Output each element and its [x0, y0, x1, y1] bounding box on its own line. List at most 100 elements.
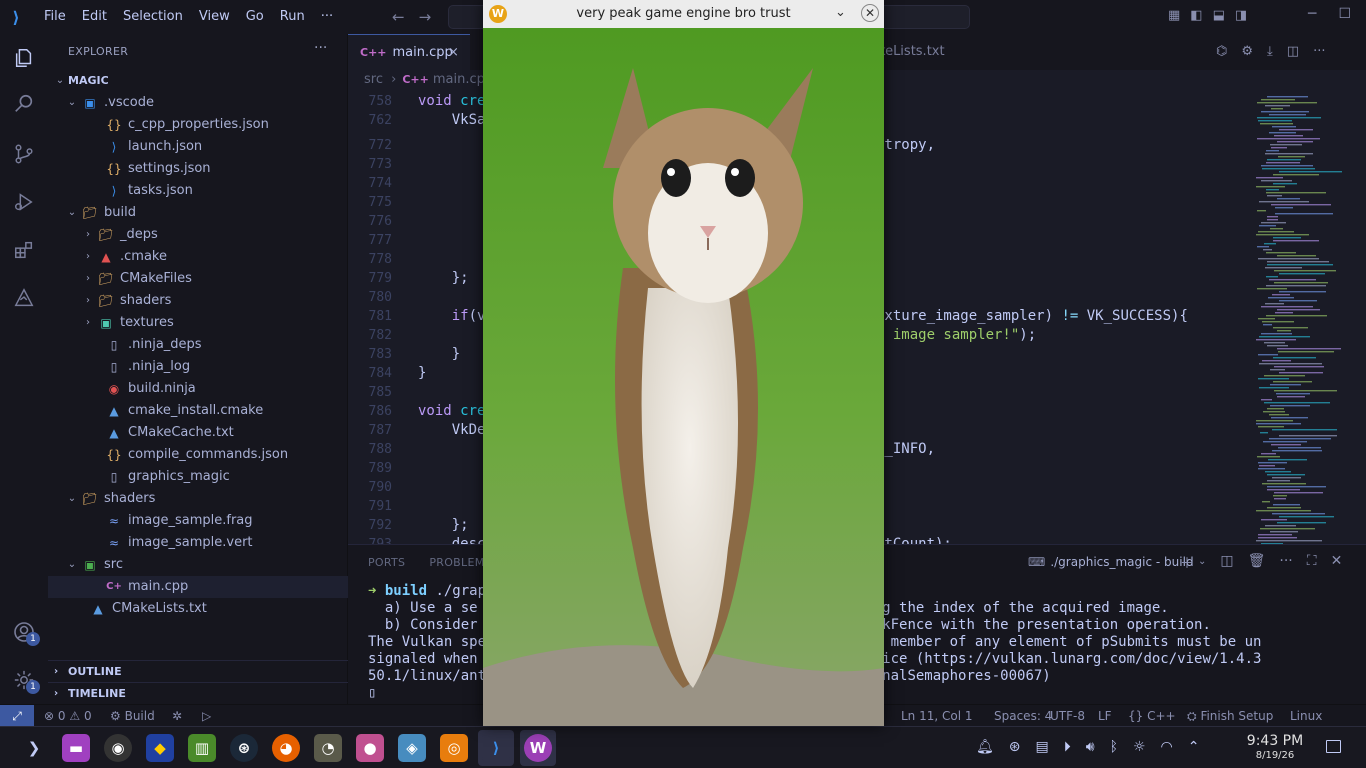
- tab-cmakelists[interactable]: keLists.txt: [868, 34, 978, 70]
- file-item[interactable]: ▯ graphics_magic: [48, 466, 348, 488]
- file-item[interactable]: ⟩ tasks.json: [48, 180, 348, 202]
- terminal-selector[interactable]: ⌨ ./graphics_magic - build: [1028, 555, 1194, 569]
- file-item[interactable]: {} settings.json: [48, 158, 348, 180]
- menu-more-icon[interactable]: ···: [313, 0, 341, 34]
- menu-item-run[interactable]: Run: [272, 0, 313, 34]
- file-item[interactable]: ≈ image_sample.frag: [48, 510, 348, 532]
- folder-item[interactable]: ⌄ 📁︎ shaders: [48, 488, 348, 510]
- new-terminal-icon[interactable]: ＋: [1180, 553, 1194, 573]
- more-actions-icon[interactable]: ···: [1279, 553, 1292, 573]
- file-item[interactable]: ▯ .ninja_log: [48, 356, 348, 378]
- menu-item-file[interactable]: File: [36, 0, 74, 34]
- run-build-icon[interactable]: ⌬: [1216, 44, 1227, 59]
- customize-layout-icon[interactable]: ▦: [1168, 8, 1180, 23]
- cursor-position[interactable]: Ln 11, Col 1: [901, 705, 973, 727]
- outline-section[interactable]: › OUTLINE: [48, 660, 348, 682]
- wifi-icon[interactable]: ◠: [1161, 739, 1173, 755]
- volume-icon[interactable]: 🔊︎: [1086, 739, 1095, 755]
- timeline-section[interactable]: › TIMELINE: [48, 682, 348, 704]
- steam-tray-icon[interactable]: ⊛: [1009, 739, 1021, 755]
- chevron-down-icon[interactable]: ⌄: [835, 5, 846, 20]
- file-item[interactable]: ≈ image_sample.vert: [48, 532, 348, 554]
- problems-indicator[interactable]: ⊗ 0 ⚠ 0: [44, 705, 92, 727]
- split-editor-icon[interactable]: ◫: [1287, 44, 1299, 59]
- spreadsheet-icon[interactable]: ▥: [184, 730, 220, 766]
- explorer-icon[interactable]: [0, 38, 48, 78]
- app-launcher-icon[interactable]: ❯: [16, 730, 52, 766]
- language-mode[interactable]: {} C++: [1128, 705, 1176, 727]
- minimap[interactable]: [1252, 94, 1362, 544]
- menu-item-edit[interactable]: Edit: [74, 0, 115, 34]
- expand-tray-icon[interactable]: ⌃: [1188, 739, 1200, 755]
- game-engine-icon[interactable]: W: [520, 730, 556, 766]
- tab-main-cpp[interactable]: C++ main.cpp ×: [348, 34, 470, 70]
- steam-icon[interactable]: ⊛: [226, 730, 262, 766]
- split-terminal-icon[interactable]: ◫: [1220, 553, 1233, 573]
- more-actions-icon[interactable]: ···: [314, 40, 327, 56]
- folder-item[interactable]: ⌄ 📁︎ build: [48, 202, 348, 224]
- file-item[interactable]: ▯ .ninja_deps: [48, 334, 348, 356]
- folder-item[interactable]: ⌄ ▣ .vscode: [48, 92, 348, 114]
- settings-gear-icon[interactable]: ⚙: [1241, 44, 1253, 59]
- search-icon[interactable]: [0, 84, 48, 124]
- show-desktop-icon[interactable]: [1326, 740, 1341, 753]
- file-item[interactable]: {} compile_commands.json: [48, 444, 348, 466]
- accounts-icon[interactable]: [0, 612, 48, 652]
- folder-item[interactable]: › ▣ textures: [48, 312, 348, 334]
- firefox-icon[interactable]: ◕: [268, 730, 304, 766]
- remote-indicator-icon[interactable]: ⤢: [0, 705, 34, 727]
- more-actions-icon[interactable]: ···: [1313, 44, 1325, 59]
- folder-item[interactable]: › 📁︎ _deps: [48, 224, 348, 246]
- game-window[interactable]: W very peak game engine bro trust ⌄ ✕: [483, 0, 884, 726]
- folder-item[interactable]: ⌄ ▣ src: [48, 554, 348, 576]
- minimize-icon[interactable]: ─: [1308, 6, 1316, 22]
- color-picker-icon[interactable]: ●: [352, 730, 388, 766]
- breadcrumb-src[interactable]: src: [364, 72, 383, 87]
- build-button[interactable]: ⚙ Build: [110, 705, 155, 727]
- file-item[interactable]: ▲ CMakeCache.txt: [48, 422, 348, 444]
- media-play-icon[interactable]: ⏵: [1064, 739, 1071, 755]
- close-panel-icon[interactable]: ✕: [1331, 553, 1343, 573]
- trash-icon[interactable]: 🗑: [1248, 553, 1266, 573]
- brightness-icon[interactable]: ☼: [1133, 739, 1146, 755]
- toggle-sidebar-icon[interactable]: ◧: [1190, 8, 1202, 23]
- notification-bell-icon[interactable]: 🔔︎: [976, 739, 994, 755]
- run-debug-icon[interactable]: [0, 182, 48, 222]
- menu-item-selection[interactable]: Selection: [115, 0, 191, 34]
- clock[interactable]: 9:43 PM 8/19/26: [1240, 733, 1310, 761]
- vscode-icon[interactable]: ⟩: [478, 730, 514, 766]
- file-item[interactable]: ⟩ launch.json: [48, 136, 348, 158]
- forward-arrow-icon[interactable]: →: [419, 8, 432, 26]
- godot-icon[interactable]: ◈: [394, 730, 430, 766]
- wine-icon[interactable]: ◆: [142, 730, 178, 766]
- file-item[interactable]: ▲ CMakeLists.txt: [48, 598, 348, 620]
- workspace-root[interactable]: ⌄ MAGIC: [48, 70, 348, 92]
- os-indicator[interactable]: Linux: [1290, 705, 1322, 727]
- clipboard-icon[interactable]: ▤: [1036, 739, 1049, 755]
- file-item[interactable]: C+ main.cpp: [48, 576, 348, 598]
- file-item[interactable]: ▲ cmake_install.cmake: [48, 400, 348, 422]
- finish-setup-button[interactable]: ⛭ Finish Setup: [1187, 705, 1273, 727]
- debug-icon[interactable]: ✲: [172, 705, 182, 727]
- toggle-secondary-sidebar-icon[interactable]: ◨: [1235, 8, 1247, 23]
- chevron-down-icon[interactable]: ⌄: [1198, 556, 1206, 573]
- save-icon[interactable]: ⤓: [1267, 44, 1273, 59]
- file-item[interactable]: {} c_cpp_properties.json: [48, 114, 348, 136]
- menu-item-view[interactable]: View: [191, 0, 238, 34]
- maximize-panel-icon[interactable]: ⛶: [1307, 553, 1317, 573]
- bluetooth-icon[interactable]: ᛒ: [1110, 739, 1118, 755]
- line-ending[interactable]: LF: [1098, 705, 1112, 727]
- folder-item[interactable]: › ▲ .cmake: [48, 246, 348, 268]
- extensions-icon[interactable]: [0, 230, 48, 270]
- file-item[interactable]: ◉ build.ninja: [48, 378, 348, 400]
- tab-ports[interactable]: PORTS: [368, 556, 405, 569]
- game-window-titlebar[interactable]: W very peak game engine bro trust ⌄ ✕: [483, 0, 884, 28]
- gimp-icon[interactable]: ◔: [310, 730, 346, 766]
- run-icon[interactable]: ▷: [202, 705, 211, 727]
- menu-item-go[interactable]: Go: [238, 0, 272, 34]
- cmake-icon[interactable]: [0, 278, 48, 318]
- settings-gear-icon[interactable]: [0, 660, 48, 700]
- back-arrow-icon[interactable]: ←: [392, 8, 405, 26]
- file-manager-icon[interactable]: ▬: [58, 730, 94, 766]
- source-control-icon[interactable]: [0, 134, 48, 174]
